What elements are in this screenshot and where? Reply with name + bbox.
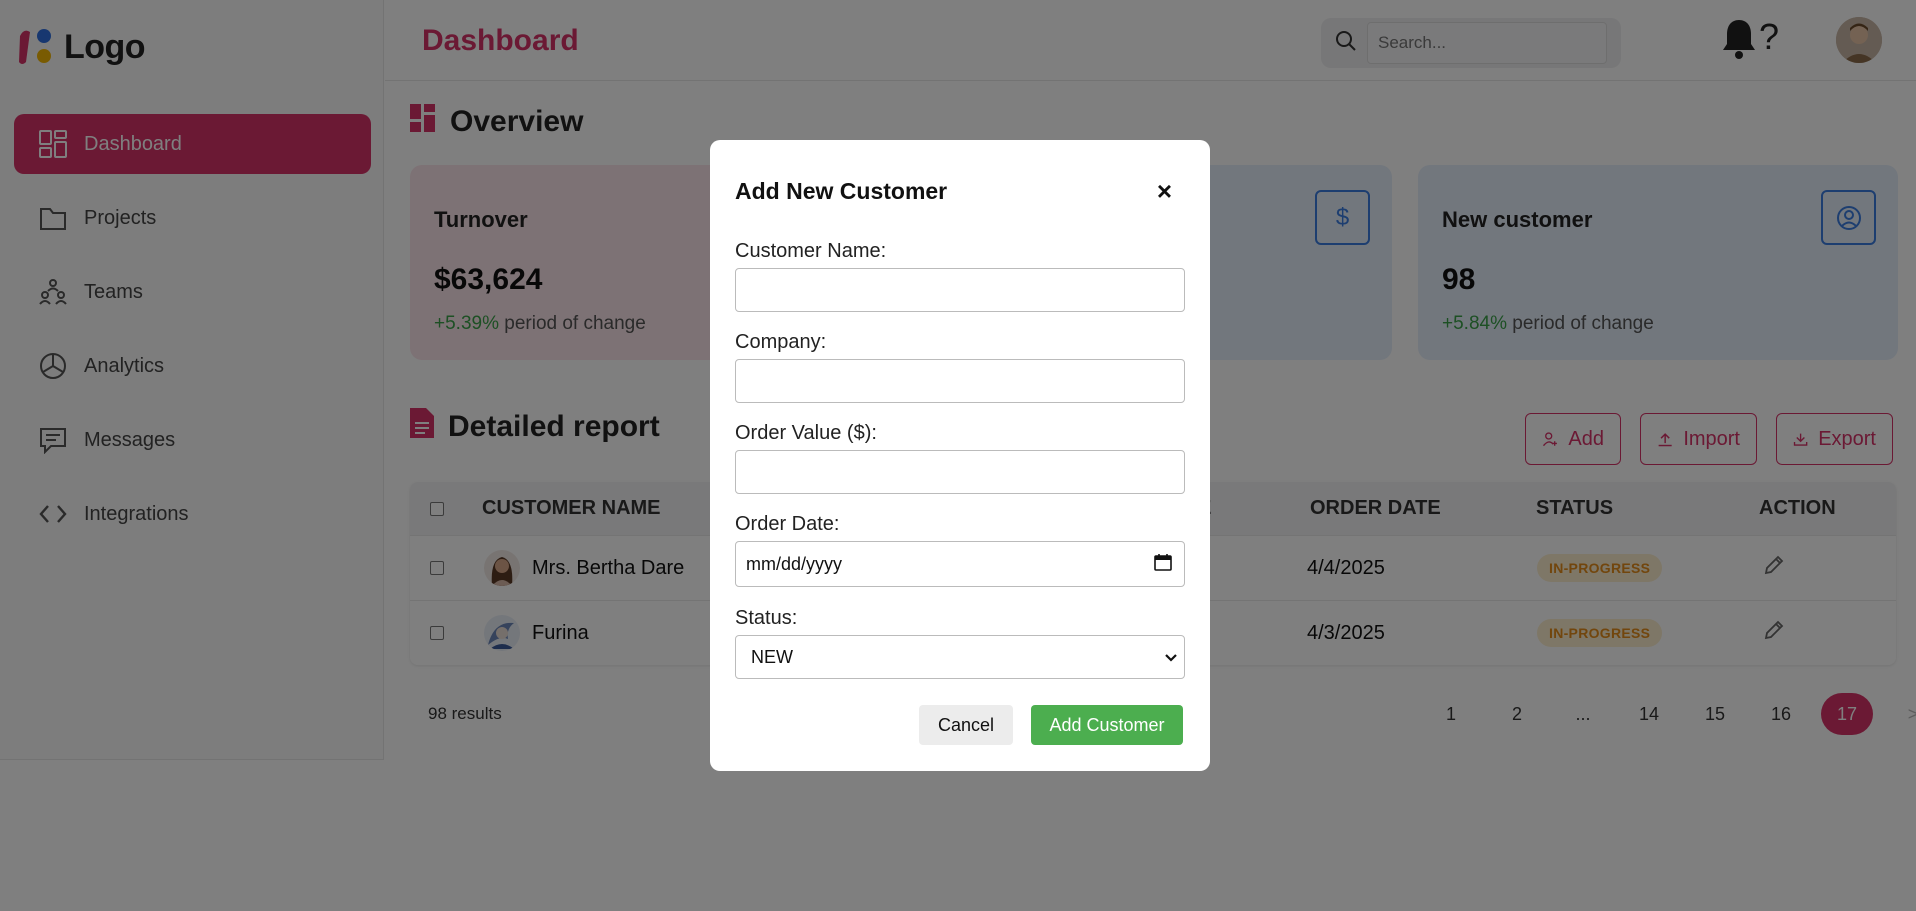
status-label: Status: xyxy=(735,607,798,629)
order-value-label: Order Value ($): xyxy=(735,422,877,444)
order-date-input[interactable]: mm/dd/yyyy xyxy=(735,541,1185,587)
company-input[interactable] xyxy=(735,359,1185,403)
add-customer-dialog: Add New Customer × Customer Name: Compan… xyxy=(710,140,1210,771)
close-icon[interactable]: × xyxy=(1157,176,1172,207)
date-placeholder: mm/dd/yyyy xyxy=(746,553,843,574)
company-label: Company: xyxy=(735,331,827,353)
add-customer-button[interactable]: Add Customer xyxy=(1031,705,1183,745)
customer-name-label: Customer Name: xyxy=(735,240,887,262)
calendar-icon[interactable] xyxy=(1154,553,1172,576)
chevron-down-icon xyxy=(1164,647,1178,668)
status-select[interactable]: NEW xyxy=(735,635,1185,679)
order-date-label: Order Date: xyxy=(735,513,840,535)
order-value-input[interactable] xyxy=(735,450,1185,494)
dialog-title: Add New Customer xyxy=(735,178,948,204)
status-selected-value: NEW xyxy=(751,646,793,667)
cancel-button[interactable]: Cancel xyxy=(919,705,1013,745)
customer-name-input[interactable] xyxy=(735,268,1185,312)
